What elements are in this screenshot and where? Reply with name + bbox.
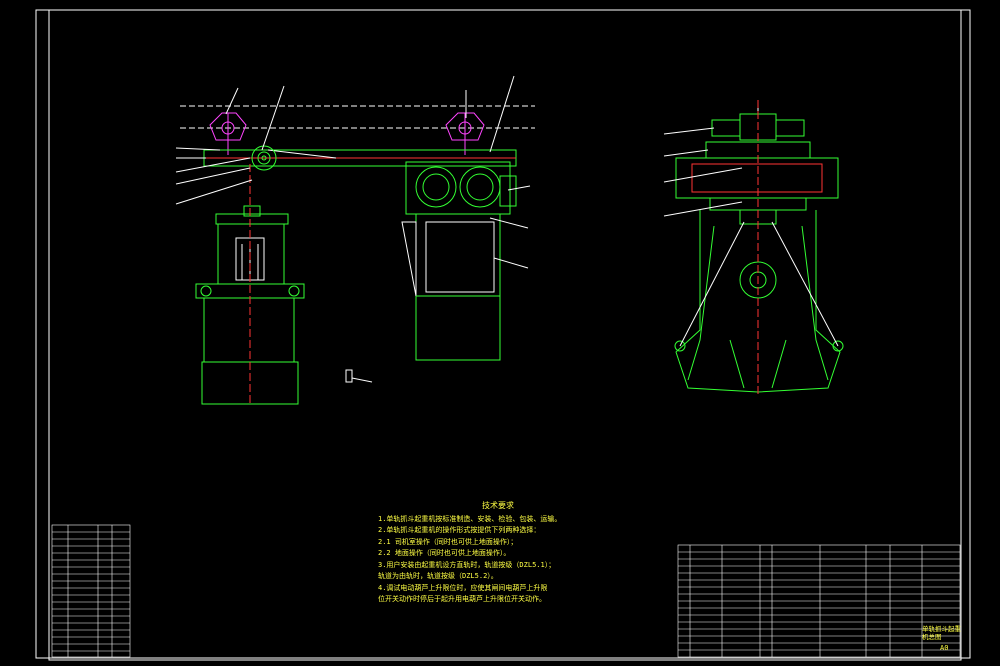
note-line: 2.单轨抓斗起重机的操作形式按提供下列两种选择：	[378, 526, 541, 534]
note-line: 1.单轨抓斗起重机按标准制造、安装、检验、包装、运输。	[378, 514, 562, 523]
operator-cab	[401, 161, 517, 361]
note-line: 2.1 司机室操作（同时也可供上地面操作）；	[378, 537, 518, 546]
parameter-table	[51, 524, 131, 658]
grab-bucket-end	[674, 100, 844, 396]
side-elevation-view	[175, 75, 535, 405]
end-elevation-view	[663, 100, 844, 396]
technical-requirements-title: 技术要求	[482, 501, 514, 510]
note-line: 2.2 地面操作（同时也可供上地面操作）。	[378, 549, 511, 557]
note-line: 轨道为由轨时，轨道按级（DZL5.2）。	[378, 572, 498, 580]
title-block-name: 单轨抓斗起重机总图	[922, 625, 961, 641]
note-line: 位开关动作时停后于起升用电葫芦上升限位开关动作。	[378, 595, 546, 603]
left-trolley	[209, 112, 247, 155]
right-trolley	[445, 112, 485, 155]
grab-bucket-side	[195, 164, 305, 405]
technical-requirements: 技术要求 1.单轨抓斗起重机按标准制造、安装、检验、包装、运输。 2.单轨抓斗起…	[378, 500, 618, 606]
title-block-sheet: A0	[940, 644, 949, 652]
note-line: 4.调试电动葫芦上升限位时，应使其闸间电葫芦上升限	[378, 583, 548, 592]
parts-list-table	[677, 544, 961, 658]
main-beam	[203, 149, 517, 167]
note-line: 3.用户安装由起重机设方直轨时，轨道按级（DZL5.1）；	[378, 560, 556, 569]
